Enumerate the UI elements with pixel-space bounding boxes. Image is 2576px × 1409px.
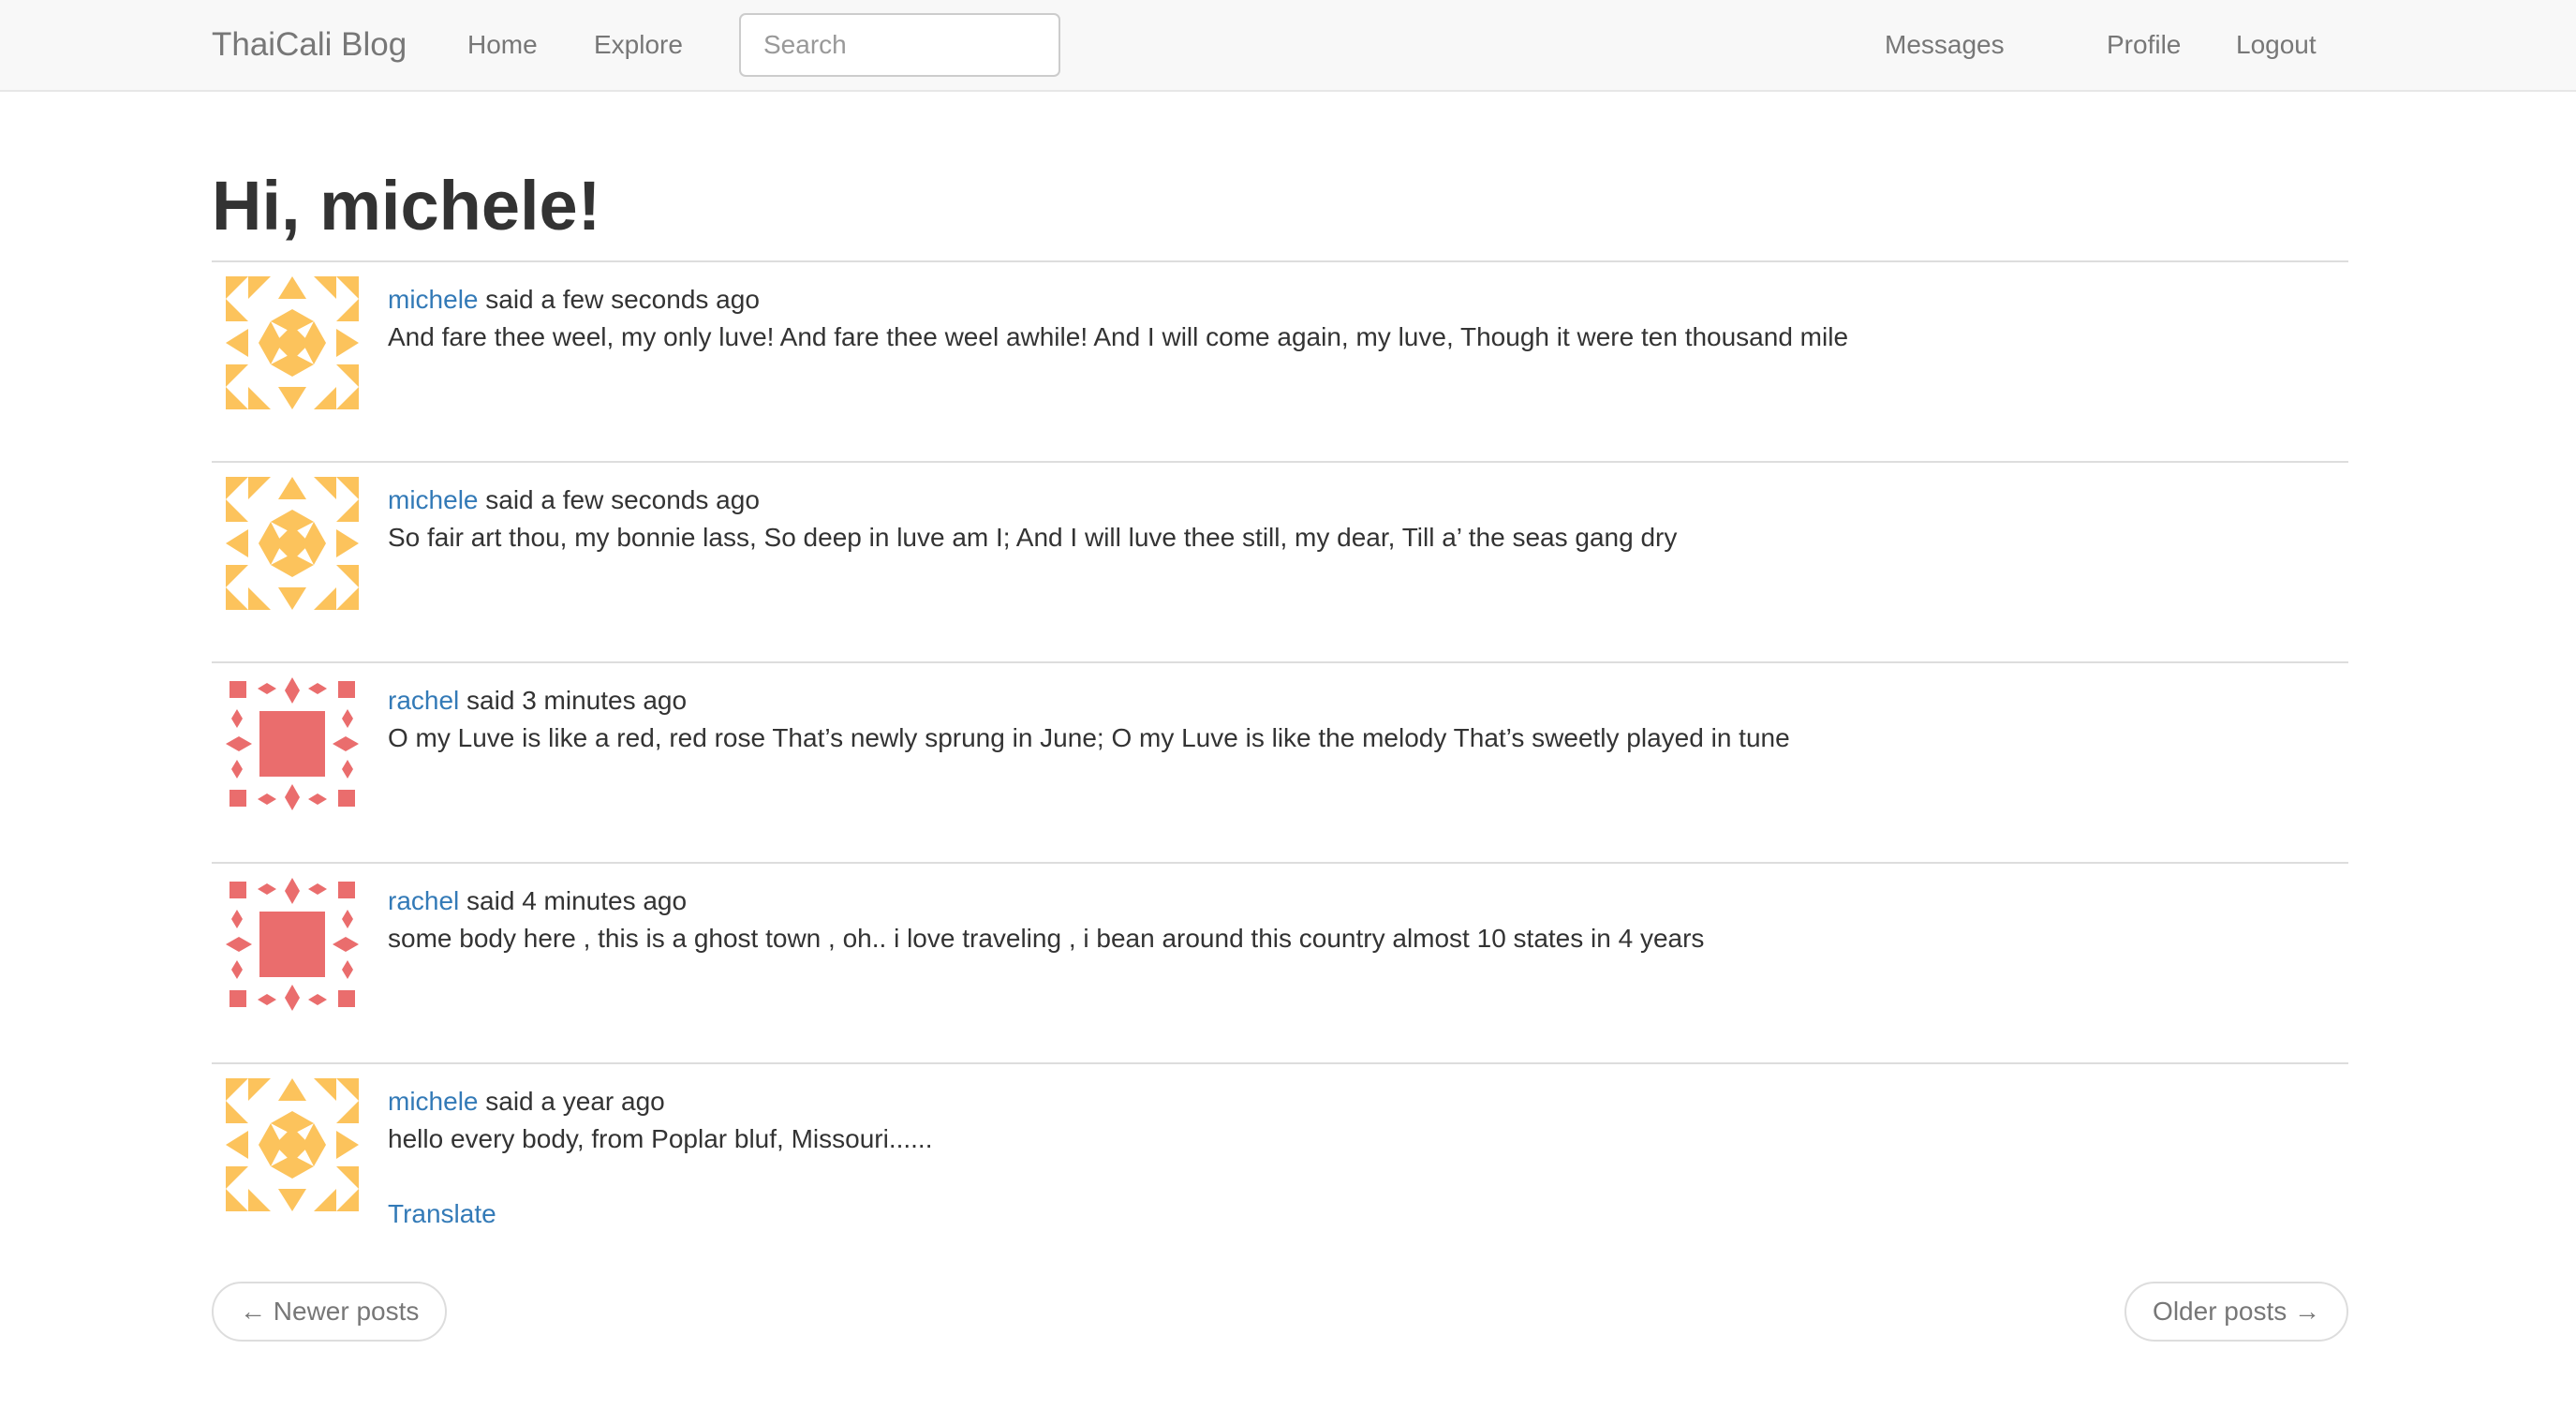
post-item: rachel said 4 minutes ago some body here… — [212, 862, 2348, 1062]
nav-profile-link[interactable]: Profile — [2107, 0, 2181, 90]
post-meta: michele said a year ago — [388, 1083, 665, 1120]
top-navbar: ThaiCali Blog Home Explore Messages Prof… — [0, 0, 2576, 92]
nav-explore-link[interactable]: Explore — [594, 0, 683, 90]
translate-link[interactable]: Translate — [388, 1195, 496, 1233]
user-avatar-icon[interactable] — [226, 1078, 359, 1211]
post-body: hello every body, from Poplar bluf, Miss… — [388, 1124, 933, 1153]
post-author-link[interactable]: rachel — [388, 686, 459, 715]
nav-home-link[interactable]: Home — [467, 0, 538, 90]
post-item: michele said a year ago hello every body… — [212, 1062, 2348, 1263]
newer-posts-button[interactable]: ← Newer posts — [212, 1282, 448, 1342]
post-body: some body here , this is a ghost town , … — [388, 924, 1705, 953]
page-title: Hi, michele! — [212, 167, 601, 245]
post-item: michele said a few seconds ago And fare … — [212, 260, 2348, 461]
post-item: michele said a few seconds ago So fair a… — [212, 461, 2348, 661]
post-item: rachel said 3 minutes ago O my Luve is l… — [212, 661, 2348, 862]
post-body: So fair art thou, my bonnie lass, So dee… — [388, 523, 1678, 552]
user-avatar-icon[interactable] — [226, 477, 359, 610]
post-timestamp: said a year ago — [485, 1087, 665, 1116]
post-meta: michele said a few seconds ago — [388, 482, 760, 519]
post-timestamp: said 4 minutes ago — [466, 886, 688, 915]
user-avatar-icon[interactable] — [226, 878, 359, 1011]
post-meta: rachel said 4 minutes ago — [388, 882, 687, 920]
post-meta: michele said a few seconds ago — [388, 281, 760, 319]
post-author-link[interactable]: michele — [388, 285, 478, 314]
post-timestamp: said 3 minutes ago — [466, 686, 688, 715]
post-author-link[interactable]: michele — [388, 485, 478, 514]
post-body: And fare thee weel, my only luve! And fa… — [388, 322, 1849, 351]
user-avatar-icon[interactable] — [226, 276, 359, 409]
search-input[interactable] — [739, 13, 1060, 77]
brand-link[interactable]: ThaiCali Blog — [212, 0, 407, 90]
post-timestamp: said a few seconds ago — [485, 485, 760, 514]
post-author-link[interactable]: rachel — [388, 886, 459, 915]
older-posts-button[interactable]: Older posts → — [2124, 1282, 2348, 1342]
post-body: O my Luve is like a red, red rose That’s… — [388, 723, 1790, 752]
post-timestamp: said a few seconds ago — [485, 285, 760, 314]
post-author-link[interactable]: michele — [388, 1087, 478, 1116]
nav-messages-link[interactable]: Messages — [1885, 0, 2005, 90]
nav-logout-link[interactable]: Logout — [2236, 0, 2317, 90]
user-avatar-icon[interactable] — [226, 677, 359, 810]
post-feed: michele said a few seconds ago And fare … — [212, 260, 2348, 1263]
post-meta: rachel said 3 minutes ago — [388, 682, 687, 719]
